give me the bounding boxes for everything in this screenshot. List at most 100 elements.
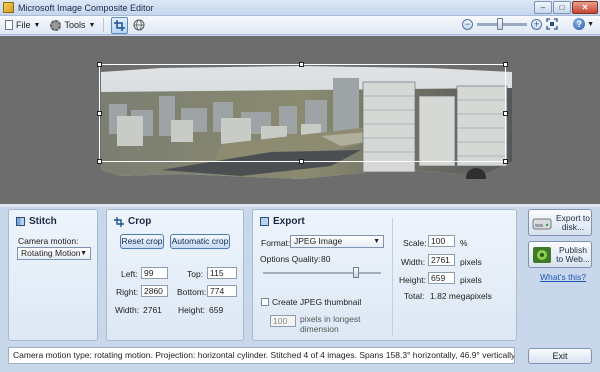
crop-left-input[interactable]: 99 [141, 267, 168, 279]
export-width-unit: pixels [460, 257, 482, 267]
toolbar: File ▼ Tools ▼ − + ? ▼ [0, 16, 600, 35]
crop-handle-top-left[interactable] [97, 62, 102, 67]
jpeg-thumbnail-label: Create JPEG thumbnail [272, 297, 362, 307]
crop-handle-bottom[interactable] [299, 159, 304, 164]
document-icon [5, 20, 13, 30]
export-height-unit: pixels [460, 275, 482, 285]
jpeg-thumbnail-checkbox[interactable] [261, 298, 269, 306]
tools-menu[interactable]: Tools ▼ [45, 17, 100, 34]
thumbnail-size-input[interactable]: 100 [270, 315, 296, 327]
total-label: Total: [404, 291, 425, 301]
crop-bottom-label: Bottom: [177, 287, 207, 297]
zoom-controls: − + [462, 17, 558, 30]
crop-handle-top-right[interactable] [503, 62, 508, 67]
crop-left-label: Left: [121, 269, 138, 279]
scale-label: Scale: [403, 238, 427, 248]
quality-value: 80 [321, 254, 331, 264]
orientation-tool-button[interactable] [130, 17, 147, 34]
crop-title: Crop [128, 216, 152, 227]
crop-height-value: 659 [209, 305, 224, 315]
export-panel: Export Format: JPEG Image ▼ Options Qual… [252, 209, 517, 341]
minimize-icon[interactable]: – [534, 1, 552, 14]
chevron-down-icon: ▼ [33, 21, 41, 29]
format-select[interactable]: JPEG Image ▼ [290, 235, 384, 248]
zoom-slider[interactable] [477, 17, 527, 30]
title-bar: Microsoft Image Composite Editor – □ ✕ [0, 0, 600, 16]
crop-handle-left[interactable] [97, 111, 102, 116]
export-to-disk-button[interactable]: Export to disk... [528, 209, 592, 236]
crop-top-input[interactable]: 115 [207, 267, 237, 279]
canvas-divider [0, 204, 600, 207]
chevron-down-icon: ▼ [80, 250, 87, 257]
crop-icon [114, 216, 124, 227]
scale-input[interactable]: 100 [428, 235, 455, 247]
camera-motion-value: Rotating Motion [21, 248, 81, 258]
close-icon[interactable]: ✕ [572, 1, 598, 14]
camera-motion-select[interactable]: Rotating Motion ▼ [17, 247, 91, 260]
window-title: Microsoft Image Composite Editor [18, 2, 154, 13]
fit-to-window-icon[interactable] [546, 18, 558, 30]
stitch-icon [16, 217, 25, 226]
export-heading: Export [260, 216, 305, 227]
stitch-title: Stitch [29, 216, 57, 227]
tools-menu-label: Tools [64, 20, 86, 30]
crop-rectangle[interactable] [97, 62, 508, 164]
crop-handle-right[interactable] [503, 111, 508, 116]
zoom-in-button[interactable]: + [531, 18, 542, 30]
export-width-label: Width: [401, 257, 426, 267]
zoom-slider-thumb[interactable] [496, 17, 503, 30]
export-height-input[interactable]: 659 [428, 272, 455, 284]
quality-slider-thumb[interactable] [352, 267, 359, 278]
app-icon [3, 2, 14, 13]
file-menu[interactable]: File ▼ [0, 17, 45, 34]
scale-unit: % [460, 238, 468, 248]
publish-to-web-label: Publish to Web... [556, 244, 590, 264]
export-width-input[interactable]: 2761 [428, 254, 455, 266]
crop-panel: Crop Reset crop Automatic crop Left: 99 … [106, 209, 244, 341]
crop-top-label: Top: [187, 269, 204, 279]
file-menu-label: File [16, 20, 31, 30]
crop-handle-bottom-left[interactable] [97, 159, 102, 164]
disk-icon [532, 218, 552, 229]
export-height-label: Height: [399, 275, 426, 285]
status-bar: Camera motion type: rotating motion. Pro… [8, 347, 515, 364]
reset-crop-button[interactable]: Reset crop [120, 234, 164, 249]
crop-bottom-input[interactable]: 774 [207, 285, 237, 297]
gear-icon [50, 19, 62, 31]
crop-icon [114, 19, 126, 31]
whats-this-link[interactable]: What's this? [540, 272, 586, 282]
maximize-icon[interactable]: □ [553, 1, 571, 14]
quality-label: Options Quality: [260, 254, 321, 264]
format-label: Format: [261, 238, 291, 248]
stitch-panel: Stitch Camera motion: Rotating Motion ▼ [8, 209, 98, 341]
chevron-down-icon: ▼ [373, 238, 380, 245]
crop-tool-button[interactable] [111, 16, 129, 34]
help-icon: ? [573, 18, 586, 30]
automatic-crop-button[interactable]: Automatic crop [170, 234, 230, 249]
crop-right-input[interactable]: 2860 [141, 285, 168, 297]
crop-handle-top[interactable] [299, 62, 304, 67]
exit-button[interactable]: Exit [528, 348, 592, 364]
export-icon [260, 217, 269, 226]
crop-handle-bottom-right[interactable] [503, 159, 508, 164]
publish-to-web-button[interactable]: Publish to Web... [528, 241, 592, 268]
quality-slider[interactable] [263, 267, 381, 278]
crop-height-label: Height: [178, 305, 205, 315]
chevron-down-icon: ▼ [587, 20, 594, 28]
toolbar-divider [103, 18, 105, 32]
export-divider [392, 218, 393, 336]
panorama-canvas[interactable] [0, 36, 600, 204]
crop-right-label: Right: [116, 287, 139, 297]
export-to-disk-label: Export to disk... [555, 212, 591, 232]
camera-motion-label: Camera motion: [18, 236, 79, 246]
crop-width-value: 2761 [143, 305, 162, 315]
zoom-out-button[interactable]: − [462, 18, 473, 30]
chevron-down-icon: ▼ [88, 21, 96, 29]
total-value: 1.82 megapixels [430, 291, 492, 301]
stitch-heading: Stitch [16, 216, 57, 227]
photosynth-icon [533, 246, 551, 263]
globe-icon [133, 19, 145, 31]
format-value: JPEG Image [294, 236, 343, 246]
help-menu[interactable]: ? ▼ [573, 18, 594, 30]
export-title: Export [273, 216, 305, 227]
